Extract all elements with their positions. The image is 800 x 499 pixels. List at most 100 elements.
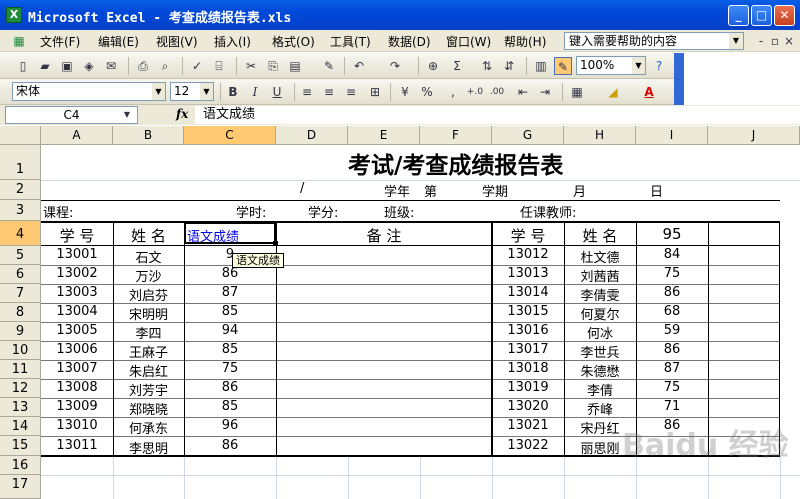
- menu-view[interactable]: 视图(V): [156, 33, 198, 50]
- font-size-select[interactable]: 12 ▼: [170, 82, 214, 101]
- left-name-cell[interactable]: 石文: [113, 247, 184, 266]
- print-preview-icon[interactable]: ⌕: [156, 57, 174, 75]
- right-name-cell[interactable]: 何冰: [564, 323, 636, 342]
- right-score-cell[interactable]: 84: [636, 247, 708, 262]
- menu-edit[interactable]: 编辑(E): [98, 33, 139, 50]
- right-score-cell[interactable]: 87: [636, 361, 708, 376]
- row-header-15[interactable]: 15: [0, 436, 41, 456]
- right-name-cell[interactable]: 朱德懋: [564, 361, 636, 380]
- right-name-cell[interactable]: 刘茜茜: [564, 266, 636, 285]
- column-header-j[interactable]: J: [708, 126, 800, 145]
- left-id-cell[interactable]: 13001: [41, 247, 113, 262]
- fill-handle[interactable]: [273, 241, 278, 246]
- chevron-down-icon[interactable]: ▼: [118, 106, 136, 124]
- autosum-icon[interactable]: Σ: [448, 57, 466, 75]
- minimize-button[interactable]: _: [728, 5, 749, 26]
- left-name-cell[interactable]: 李思明: [113, 438, 184, 457]
- menu-help[interactable]: 帮助(H): [504, 33, 546, 50]
- left-score-cell[interactable]: 85: [184, 304, 276, 319]
- right-score-cell[interactable]: 86: [636, 342, 708, 357]
- row-header-16[interactable]: 16: [0, 456, 41, 475]
- column-header-g[interactable]: G: [492, 126, 564, 145]
- column-header-h[interactable]: H: [564, 126, 636, 145]
- menu-file[interactable]: 文件(F): [40, 33, 80, 50]
- left-id-cell[interactable]: 13011: [41, 438, 113, 453]
- left-name-cell[interactable]: 刘芳宇: [113, 380, 184, 399]
- align-right-icon[interactable]: ≡: [342, 83, 360, 101]
- right-id-cell[interactable]: 13021: [492, 418, 564, 433]
- left-name-cell[interactable]: 刘启芬: [113, 285, 184, 304]
- row-header-4[interactable]: 4: [0, 221, 41, 246]
- column-header-c[interactable]: C: [184, 126, 276, 145]
- column-header-d[interactable]: D: [276, 126, 348, 145]
- right-score-cell[interactable]: 75: [636, 266, 708, 281]
- chevron-down-icon[interactable]: ▼: [152, 83, 165, 100]
- right-id-cell[interactable]: 13018: [492, 361, 564, 376]
- comma-style-icon[interactable]: ,: [444, 83, 462, 101]
- left-id-cell[interactable]: 13007: [41, 361, 113, 376]
- close-button[interactable]: ✕: [774, 5, 795, 26]
- left-name-cell[interactable]: 朱启红: [113, 361, 184, 380]
- permission-icon[interactable]: ◈: [80, 57, 98, 75]
- increase-decimal-icon[interactable]: +.0: [466, 83, 484, 101]
- chevron-down-icon[interactable]: ▼: [729, 33, 743, 49]
- row-header-6[interactable]: 6: [0, 265, 41, 284]
- chart-wizard-icon[interactable]: ▥: [532, 57, 550, 75]
- right-id-cell[interactable]: 13017: [492, 342, 564, 357]
- left-name-cell[interactable]: 王麻子: [113, 342, 184, 361]
- underline-icon[interactable]: U: [268, 83, 286, 101]
- select-all-corner[interactable]: [0, 126, 41, 145]
- right-id-cell[interactable]: 13014: [492, 285, 564, 300]
- row-header-3[interactable]: 3: [0, 200, 41, 221]
- right-name-cell[interactable]: 李倩: [564, 380, 636, 399]
- open-icon[interactable]: ▰: [36, 57, 54, 75]
- fill-color-icon[interactable]: ◢: [604, 83, 622, 101]
- left-score-cell[interactable]: 96: [184, 418, 276, 433]
- copy-icon[interactable]: ⎘: [264, 57, 282, 75]
- row-header-14[interactable]: 14: [0, 417, 41, 436]
- right-id-cell[interactable]: 13022: [492, 438, 564, 453]
- left-id-cell[interactable]: 13006: [41, 342, 113, 357]
- row-header-12[interactable]: 12: [0, 379, 41, 398]
- row-header-9[interactable]: 9: [0, 322, 41, 341]
- function-icon[interactable]: fx: [176, 107, 188, 121]
- zoom-select[interactable]: 100% ▼: [576, 56, 646, 75]
- row-header-2[interactable]: 2: [0, 180, 41, 200]
- left-name-cell[interactable]: 何承东: [113, 418, 184, 437]
- right-id-cell[interactable]: 13013: [492, 266, 564, 281]
- decrease-decimal-icon[interactable]: .00: [488, 83, 506, 101]
- right-id-cell[interactable]: 13016: [492, 323, 564, 338]
- row-header-7[interactable]: 7: [0, 284, 41, 303]
- column-header-b[interactable]: B: [113, 126, 184, 145]
- column-header-e[interactable]: E: [348, 126, 420, 145]
- row-header-10[interactable]: 10: [0, 341, 41, 360]
- menu-tools[interactable]: 工具(T): [330, 33, 371, 50]
- left-score-cell[interactable]: 86: [184, 266, 276, 281]
- paste-icon[interactable]: ▤: [286, 57, 304, 75]
- italic-icon[interactable]: I: [246, 83, 264, 101]
- right-score-cell[interactable]: 68: [636, 304, 708, 319]
- undo-icon[interactable]: ↶: [350, 57, 368, 75]
- row-header-1[interactable]: 1: [0, 145, 41, 180]
- left-id-cell[interactable]: 13009: [41, 399, 113, 414]
- column-header-i[interactable]: I: [636, 126, 708, 145]
- email-icon[interactable]: ✉: [102, 57, 120, 75]
- left-id-cell[interactable]: 13010: [41, 418, 113, 433]
- left-score-cell[interactable]: 86: [184, 380, 276, 395]
- drawing-icon[interactable]: ✎: [554, 57, 572, 75]
- save-icon[interactable]: ▣: [58, 57, 76, 75]
- left-id-cell[interactable]: 13004: [41, 304, 113, 319]
- help-search-input[interactable]: 键入需要帮助的内容 ▼: [564, 32, 744, 50]
- percent-icon[interactable]: %: [418, 83, 436, 101]
- row-header-13[interactable]: 13: [0, 398, 41, 417]
- print-icon[interactable]: ⎙: [134, 57, 152, 75]
- left-name-cell[interactable]: 郑晓晓: [113, 399, 184, 418]
- right-name-cell[interactable]: 何夏尔: [564, 304, 636, 323]
- active-cell-selection[interactable]: [184, 222, 276, 244]
- left-score-cell[interactable]: 87: [184, 285, 276, 300]
- menu-data[interactable]: 数据(D): [388, 33, 431, 50]
- left-id-cell[interactable]: 13005: [41, 323, 113, 338]
- bold-icon[interactable]: B: [224, 83, 242, 101]
- menu-insert[interactable]: 插入(I): [214, 33, 251, 50]
- help-icon[interactable]: ?: [650, 57, 668, 75]
